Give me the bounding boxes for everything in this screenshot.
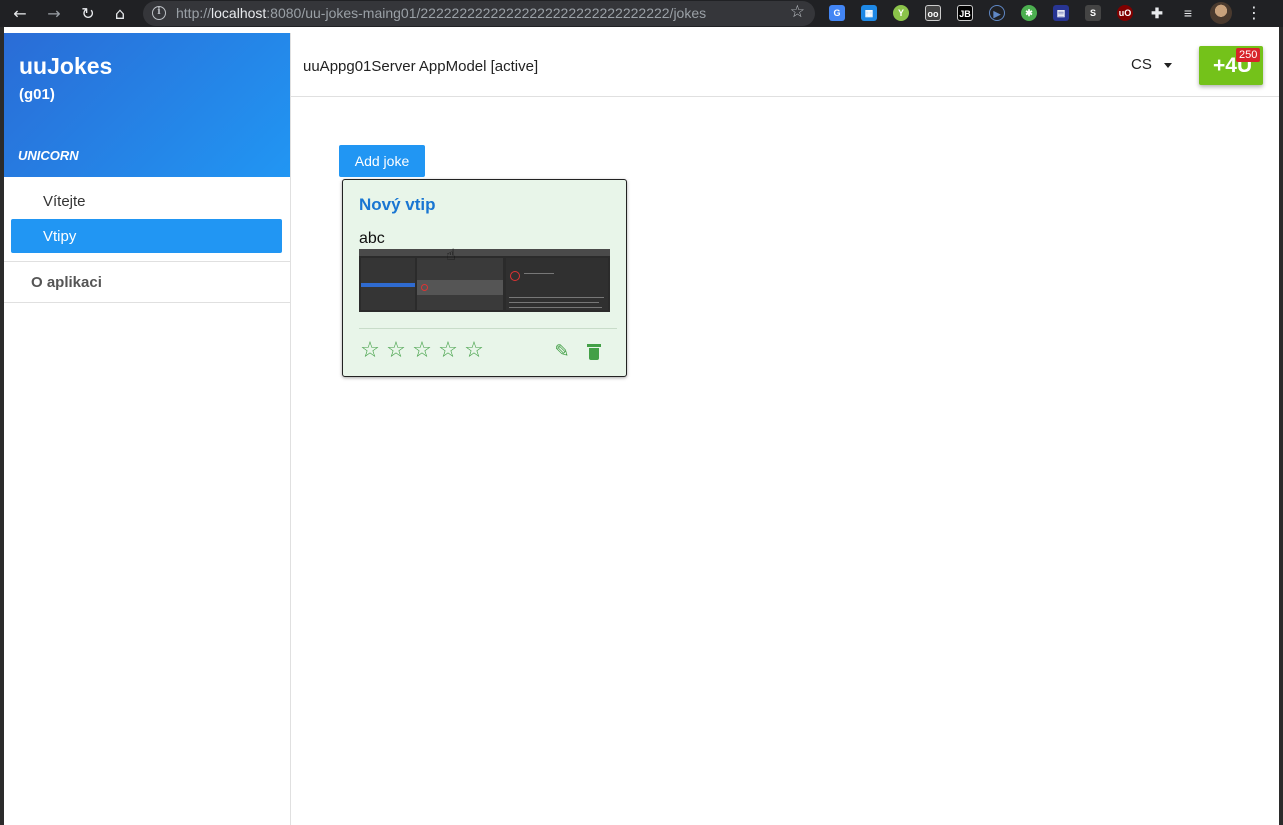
browser-toolbar: ← → ↻ ⌂ i http://localhost:8080/uu-jokes… — [0, 0, 1283, 27]
address-bar[interactable]: i http://localhost:8080/uu-jokes-maing01… — [143, 1, 815, 26]
profile-avatar[interactable] — [1210, 2, 1232, 24]
url-host: localhost — [211, 5, 267, 21]
image-line — [509, 302, 599, 303]
url-protocol: http:// — [176, 5, 212, 21]
top-header: uuAppg01Server AppModel [active] CS +4U … — [291, 33, 1279, 97]
image-line — [524, 273, 554, 274]
s-extension-icon[interactable]: S — [1085, 5, 1101, 21]
add-joke-button[interactable]: Add joke — [339, 145, 425, 177]
image-selected-row — [361, 283, 415, 287]
image-red-mark — [510, 271, 520, 281]
info-icon[interactable]: i — [152, 6, 166, 20]
sidebar-header: uuJokes (g01) UNICORN — [4, 33, 290, 177]
app-title[interactable]: uuJokes — [19, 53, 112, 80]
media-control-icon[interactable]: ≡ — [1180, 5, 1196, 21]
sidebar: uuJokes (g01) UNICORN Vítejte Vtipy O ap… — [4, 33, 291, 825]
trash-lid — [587, 344, 601, 347]
image-red-mark — [421, 284, 428, 291]
star-icon[interactable]: ☆ — [437, 340, 459, 362]
caret-down-icon[interactable] — [1164, 63, 1172, 68]
star-icon[interactable]: ☆ — [463, 340, 485, 362]
home-icon[interactable]: ⌂ — [110, 4, 130, 24]
extension-icon[interactable]: Y — [893, 5, 909, 21]
sidebar-item-vtipy[interactable]: Vtipy — [11, 219, 282, 253]
star-icon[interactable]: ☆ — [385, 340, 407, 362]
extension-icon[interactable]: oo — [925, 5, 941, 21]
sidebar-divider — [4, 302, 290, 303]
joke-text: abc — [359, 230, 385, 247]
joke-image — [359, 249, 610, 312]
sidebar-divider — [4, 261, 290, 262]
notification-badge: 250 — [1236, 48, 1261, 62]
language-selector[interactable]: CS — [1131, 56, 1152, 73]
star-icon[interactable]: ☆ — [411, 340, 433, 362]
image-titlebar — [359, 249, 610, 256]
card-divider — [359, 328, 617, 329]
url-path: :8080/uu-jokes-maing01/22222222222222222… — [266, 5, 707, 21]
forward-icon[interactable]: → — [44, 4, 64, 24]
pencil-icon[interactable]: ✎ — [552, 342, 572, 362]
app-subtitle: (g01) — [19, 86, 55, 103]
extension-icon[interactable]: ▦ — [861, 5, 877, 21]
sidebar-item-o-aplikaci[interactable]: O aplikaci — [31, 274, 102, 291]
rating-stars: ☆ ☆ ☆ ☆ ☆ — [359, 340, 485, 362]
menu-dots-icon[interactable]: ⋮ — [1246, 3, 1262, 22]
bug-extension-icon[interactable]: ✱ — [1021, 5, 1037, 21]
trash-icon[interactable] — [586, 343, 602, 361]
window-frame-right — [1279, 27, 1283, 825]
play-extension-icon[interactable]: ▶ — [989, 5, 1005, 21]
reader-extension-icon[interactable]: ▤ — [1053, 5, 1069, 21]
url-text[interactable]: http://localhost:8080/uu-jokes-maing01/2… — [176, 5, 706, 21]
image-line — [509, 297, 604, 298]
trash-body — [589, 348, 599, 360]
back-icon[interactable]: ← — [10, 4, 30, 24]
puzzle-extension-icon[interactable]: ✚ — [1149, 5, 1165, 21]
jetbrains-extension-icon[interactable]: JB — [957, 5, 973, 21]
plus4u-button[interactable]: +4U 250 — [1199, 46, 1263, 85]
star-icon[interactable]: ☆ — [359, 340, 381, 362]
joke-card[interactable]: Nový vtip abc ☆ ☆ ☆ ☆ ☆ ✎ — [342, 179, 627, 377]
image-line — [509, 307, 602, 308]
bookmark-star-icon[interactable]: ☆ — [790, 2, 805, 22]
translate-extension-icon[interactable]: G — [829, 5, 845, 21]
reload-icon[interactable]: ↻ — [78, 4, 98, 24]
ublock-extension-icon[interactable]: uO — [1117, 5, 1133, 21]
sidebar-item-vitejte[interactable]: Vítejte — [43, 193, 86, 210]
sidebar-section-title: UNICORN — [18, 148, 79, 163]
hand-cursor-icon: ☝ — [446, 245, 456, 264]
joke-title[interactable]: Nový vtip — [359, 195, 436, 215]
app-model-status: uuAppg01Server AppModel [active] — [303, 58, 539, 75]
image-row — [417, 280, 503, 295]
